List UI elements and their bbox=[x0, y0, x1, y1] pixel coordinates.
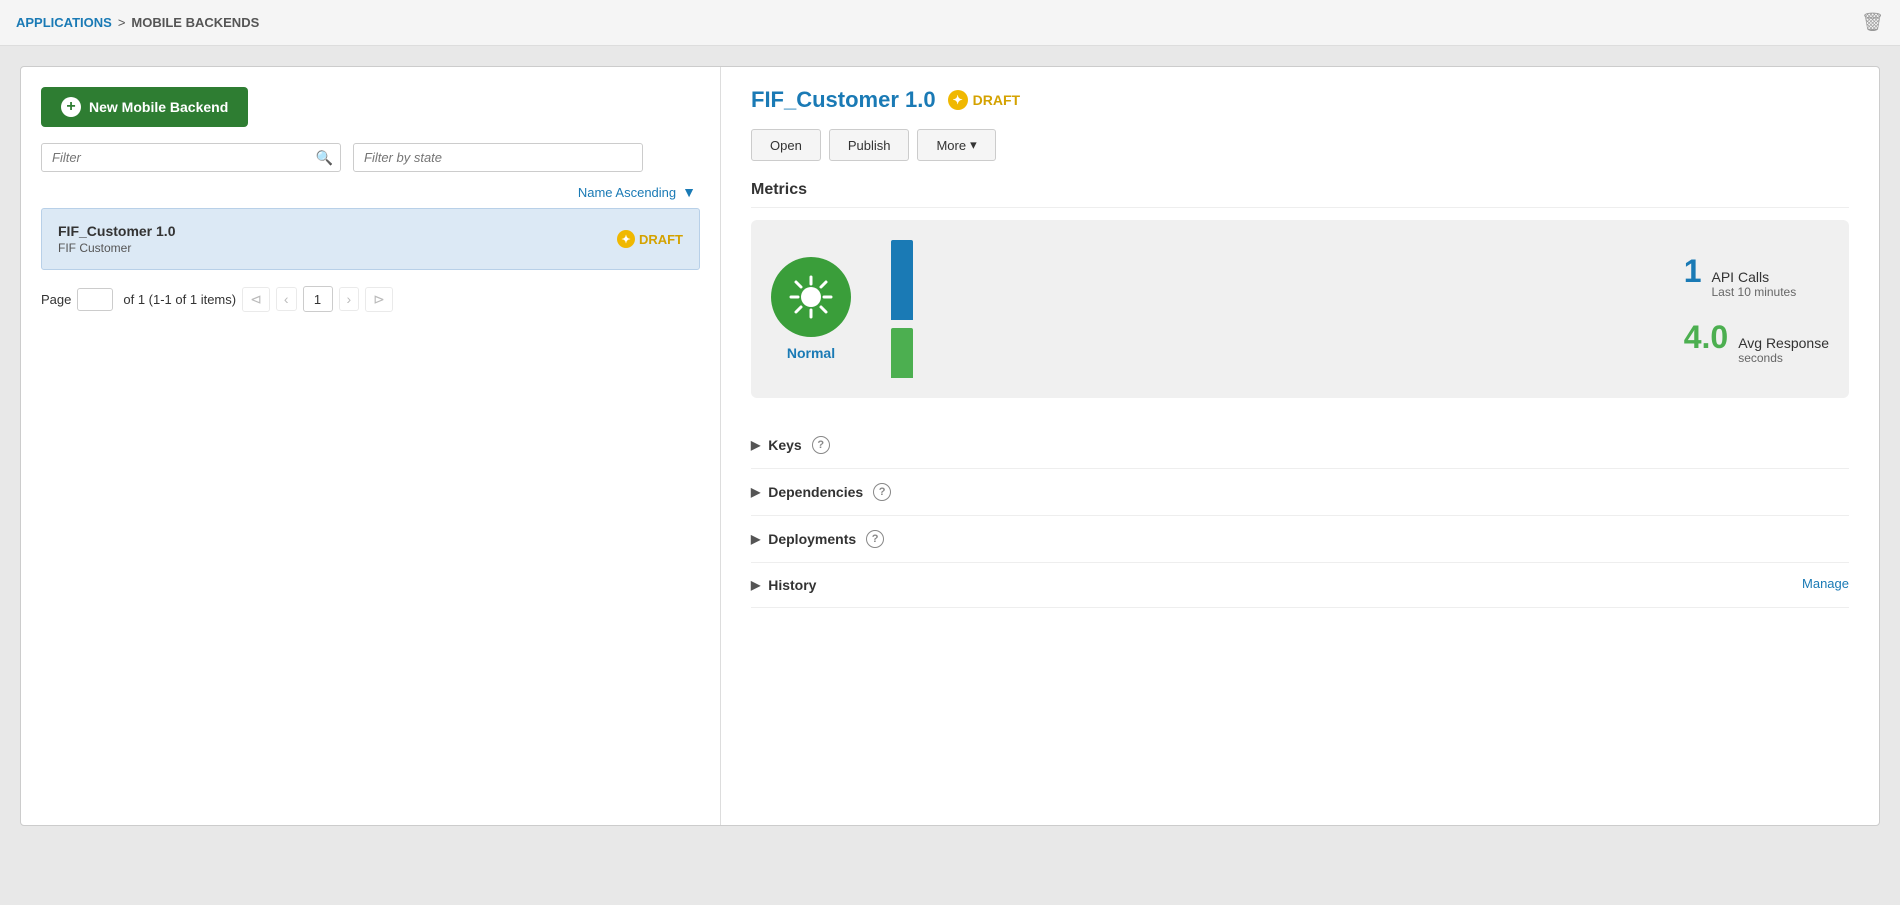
dependencies-label: Dependencies bbox=[768, 484, 863, 500]
accordion-sections: ▶ Keys ? ▶ Dependencies ? ▶ Deploy bbox=[751, 422, 1849, 608]
deployments-help-icon[interactable]: ? bbox=[866, 530, 884, 548]
backend-header: FIF_Customer 1.0 ✦ DRAFT bbox=[751, 87, 1849, 113]
trash-icon[interactable]: 🗑 bbox=[1861, 12, 1884, 33]
pagination-page-box: 1 bbox=[303, 286, 333, 312]
dependencies-arrow-icon: ▶ bbox=[751, 485, 760, 499]
deployments-section: ▶ Deployments ? Manage bbox=[751, 516, 1849, 563]
pagination-next-button[interactable]: › bbox=[339, 287, 360, 311]
page-label: Page bbox=[41, 292, 71, 307]
main-content: + New Mobile Backend 🔍 Name Ascending ▼ … bbox=[0, 46, 1900, 905]
bar-charts bbox=[891, 240, 913, 378]
keys-section: ▶ Keys ? bbox=[751, 422, 1849, 469]
chevron-down-icon: ▾ bbox=[970, 137, 977, 153]
more-button[interactable]: More ▾ bbox=[917, 129, 995, 161]
open-button[interactable]: Open bbox=[751, 129, 821, 161]
top-bar: APPLICATIONS > MOBILE BACKENDS 🗑 bbox=[0, 0, 1900, 46]
breadcrumb-applications[interactable]: APPLICATIONS bbox=[16, 15, 112, 30]
api-calls-label: API Calls bbox=[1712, 269, 1797, 285]
deployments-arrow-icon: ▶ bbox=[751, 532, 760, 546]
sun-icon bbox=[771, 257, 851, 337]
avg-response-number: 4.0 bbox=[1684, 319, 1728, 356]
pagination-prev-button[interactable]: ‹ bbox=[276, 287, 297, 311]
filter-row: 🔍 bbox=[41, 143, 700, 172]
api-calls-number: 1 bbox=[1684, 253, 1702, 290]
draft-icon: ✦ bbox=[617, 230, 635, 248]
backend-item-status: ✦ DRAFT bbox=[617, 230, 683, 248]
backend-item-subtitle: FIF Customer bbox=[58, 241, 175, 255]
filter-input[interactable] bbox=[41, 143, 341, 172]
filter-input-wrap: 🔍 bbox=[41, 143, 341, 172]
api-calls-label-wrap: API Calls Last 10 minutes bbox=[1712, 269, 1797, 299]
keys-help-icon[interactable]: ? bbox=[812, 436, 830, 454]
filter-state-input[interactable] bbox=[353, 143, 643, 172]
pagination-last-button[interactable]: ⊳ bbox=[365, 287, 393, 312]
backend-list-item[interactable]: FIF_Customer 1.0 FIF Customer ✦ DRAFT bbox=[41, 208, 700, 270]
page-info: of 1 (1-1 of 1 items) bbox=[123, 292, 236, 307]
pagination-first-button[interactable]: ⊲ bbox=[242, 287, 270, 312]
history-label: History bbox=[768, 577, 816, 593]
header-draft-badge: ✦ DRAFT bbox=[948, 90, 1020, 110]
header-draft-icon: ✦ bbox=[948, 90, 968, 110]
plus-circle-icon: + bbox=[61, 97, 81, 117]
dependencies-help-icon[interactable]: ? bbox=[873, 483, 891, 501]
manage-link[interactable]: Manage bbox=[1802, 576, 1849, 591]
metrics-container: Normal 1 API Calls Last 10 minut bbox=[751, 220, 1849, 398]
bar-blue bbox=[891, 240, 913, 320]
keys-arrow-icon: ▶ bbox=[751, 438, 760, 452]
page-number-input[interactable]: 1 bbox=[77, 288, 113, 311]
backend-item-name: FIF_Customer 1.0 bbox=[58, 223, 175, 239]
history-accordion-header[interactable]: ▶ History bbox=[751, 563, 1802, 607]
draft-label: DRAFT bbox=[639, 232, 683, 247]
sort-row: Name Ascending ▼ bbox=[41, 184, 700, 200]
breadcrumb-separator: > bbox=[118, 15, 126, 30]
left-panel: + New Mobile Backend 🔍 Name Ascending ▼ … bbox=[21, 67, 721, 825]
metrics-stats: 1 API Calls Last 10 minutes 4.0 Avg Resp… bbox=[1684, 253, 1829, 365]
draft-badge: ✦ DRAFT bbox=[617, 230, 683, 248]
publish-button[interactable]: Publish bbox=[829, 129, 910, 161]
header-draft-label: DRAFT bbox=[973, 92, 1020, 108]
avg-response-sublabel: seconds bbox=[1738, 351, 1829, 365]
bar-green bbox=[891, 328, 913, 378]
history-arrow-icon: ▶ bbox=[751, 578, 760, 592]
metrics-section-title: Metrics bbox=[751, 181, 1849, 208]
new-mobile-backend-button[interactable]: + New Mobile Backend bbox=[41, 87, 248, 127]
deployments-label: Deployments bbox=[768, 531, 856, 547]
right-panel: FIF_Customer 1.0 ✦ DRAFT Open Publish Mo… bbox=[721, 67, 1879, 825]
keys-label: Keys bbox=[768, 437, 801, 453]
status-indicator: Normal bbox=[771, 257, 851, 361]
history-section: ▶ History bbox=[751, 563, 1849, 608]
avg-response-label-wrap: Avg Response seconds bbox=[1738, 335, 1829, 365]
deployments-accordion-header[interactable]: ▶ Deployments ? bbox=[751, 516, 1849, 562]
more-button-label: More bbox=[936, 138, 966, 153]
keys-accordion-header[interactable]: ▶ Keys ? bbox=[751, 422, 1849, 468]
breadcrumb: APPLICATIONS > MOBILE BACKENDS bbox=[16, 15, 259, 30]
new-backend-btn-label: New Mobile Backend bbox=[89, 99, 228, 115]
avg-response-stat: 4.0 Avg Response seconds bbox=[1684, 319, 1829, 365]
avg-response-label: Avg Response bbox=[1738, 335, 1829, 351]
backend-item-info: FIF_Customer 1.0 FIF Customer bbox=[58, 223, 175, 255]
main-card: + New Mobile Backend 🔍 Name Ascending ▼ … bbox=[20, 66, 1880, 826]
backend-title: FIF_Customer 1.0 bbox=[751, 87, 936, 113]
search-icon: 🔍 bbox=[316, 149, 333, 166]
dependencies-section: ▶ Dependencies ? bbox=[751, 469, 1849, 516]
dependencies-accordion-header[interactable]: ▶ Dependencies ? bbox=[751, 469, 1849, 515]
api-calls-sublabel: Last 10 minutes bbox=[1712, 285, 1797, 299]
breadcrumb-current: MOBILE BACKENDS bbox=[131, 15, 259, 30]
sort-arrow-icon: ▼ bbox=[682, 184, 696, 200]
pagination: Page 1 of 1 (1-1 of 1 items) ⊲ ‹ 1 › ⊳ bbox=[41, 286, 700, 312]
action-buttons: Open Publish More ▾ bbox=[751, 129, 1849, 161]
api-calls-stat: 1 API Calls Last 10 minutes bbox=[1684, 253, 1829, 299]
status-label: Normal bbox=[787, 345, 835, 361]
sort-label[interactable]: Name Ascending bbox=[578, 185, 676, 200]
